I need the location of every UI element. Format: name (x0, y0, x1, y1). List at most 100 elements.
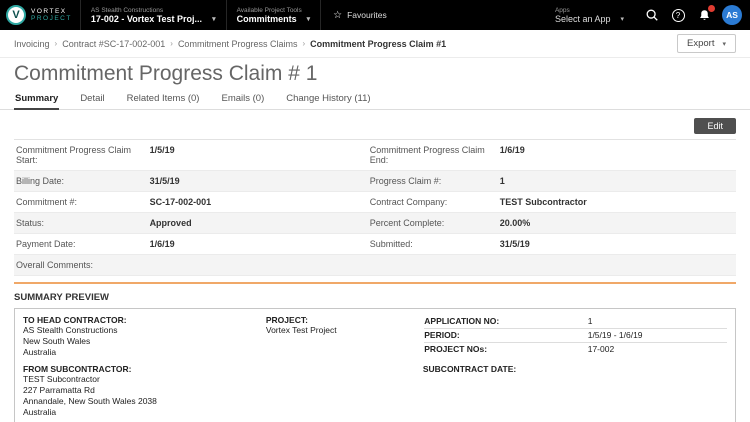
favourites-label: Favourites (347, 10, 387, 20)
export-button[interactable]: Export ▾ (677, 34, 736, 53)
top-navigation-bar: V VORTEX PROJECT AS Stealth Construction… (0, 0, 750, 30)
field-value (148, 255, 368, 275)
field-value: 1/5/19 (149, 145, 175, 155)
address-line: Australia (23, 347, 57, 358)
preview-header-grid: TO HEAD CONTRACTOR: AS Stealth Construct… (23, 315, 727, 358)
field-label: Status: (16, 218, 45, 228)
chevron-down-icon: ▾ (620, 15, 624, 23)
search-icon (646, 9, 658, 21)
application-no-label: APPLICATION NO: (424, 316, 500, 326)
breadcrumb-invoicing[interactable]: Invoicing (14, 39, 50, 49)
help-icon: ? (671, 8, 685, 22)
address-line: TEST Subcontractor (23, 374, 100, 385)
project-block: PROJECT: Vortex Test Project (266, 315, 424, 358)
details-table: Commitment Progress Claim Start: 1/5/19 … (14, 139, 736, 276)
star-icon: ☆ (333, 9, 343, 21)
preview-middle-grid: FROM SUBCONTRACTOR: TEST Subcontractor 2… (23, 364, 727, 418)
brand: V VORTEX PROJECT (6, 5, 80, 25)
search-button[interactable] (644, 7, 660, 23)
tab-related-items[interactable]: Related Items (0) (126, 90, 201, 109)
from-subcontractor-label: FROM SUBCONTRACTOR: (23, 364, 132, 375)
apps-selector-label: Apps (554, 6, 570, 14)
field-value: 1 (499, 176, 505, 186)
notifications-button[interactable] (696, 5, 715, 23)
address-line: New South Wales (23, 336, 91, 347)
application-block: APPLICATION NO: 1 PERIOD: 1/5/19 - 1/6/1… (424, 315, 727, 358)
apps-selector[interactable]: Apps Select an App ▾ (545, 0, 634, 30)
field-label: Overall Comments: (16, 260, 94, 270)
field-label: Commitment #: (16, 197, 78, 207)
chevron-right-icon: › (54, 39, 58, 48)
tab-bar: Summary Detail Related Items (0) Emails … (0, 90, 750, 110)
field-label: Commitment Progress Claim Start: (16, 145, 132, 165)
chevron-right-icon: › (170, 39, 173, 48)
field-label: Commitment Progress Claim End: (369, 145, 485, 165)
period-label: PERIOD: (424, 330, 460, 340)
subcontract-date-label: SUBCONTRACT DATE: (422, 364, 517, 375)
vortex-logo-icon: V (6, 5, 26, 25)
tab-detail[interactable]: Detail (79, 90, 105, 109)
project-label: PROJECT: (265, 315, 308, 325)
field-value: 31/5/19 (499, 239, 530, 249)
address-line: Australia (23, 407, 57, 418)
project-nos-label: PROJECT NOs: (424, 344, 488, 354)
field-label: Progress Claim #: (369, 176, 442, 186)
brand-line-1: VORTEX (31, 7, 67, 15)
table-row: Status: Approved Percent Complete: 20.00… (14, 213, 736, 234)
project-selector[interactable]: AS Stealth Constructions 17-002 - Vortex… (79, 0, 226, 30)
tab-emails[interactable]: Emails (0) (220, 90, 265, 109)
to-head-contractor-label: TO HEAD CONTRACTOR: (23, 315, 127, 325)
topbar-right-group: Apps Select an App ▾ ? AS (545, 0, 742, 30)
export-label: Export (687, 38, 715, 49)
chevron-down-icon: ▾ (212, 15, 216, 23)
field-value: 1/6/19 (149, 239, 175, 249)
field-label (368, 255, 498, 275)
status-value: Approved (149, 218, 192, 228)
field-label: Billing Date: (16, 176, 65, 186)
project-selector-label: AS Stealth Constructions (90, 6, 164, 14)
edit-row: Edit (0, 110, 750, 139)
chevron-down-icon: ▾ (722, 40, 726, 48)
chevron-down-icon: ▾ (306, 15, 311, 23)
help-button[interactable]: ? (670, 7, 686, 23)
breadcrumb-current: Commitment Progress Claim #1 (310, 38, 447, 49)
brand-line-2: PROJECT (31, 15, 72, 22)
tab-change-history[interactable]: Change History (11) (285, 90, 371, 109)
period-value: 1/5/19 - 1/6/19 (587, 330, 643, 340)
field-label: Contract Company: (369, 197, 448, 207)
table-row: Billing Date: 31/5/19 Progress Claim #: … (14, 171, 736, 192)
project-tools-value: Commitments (236, 13, 297, 24)
table-row: Overall Comments: (14, 255, 736, 276)
chevron-right-icon: › (302, 39, 306, 48)
subcontract-date-block: SUBCONTRACT DATE: (423, 364, 727, 418)
breadcrumb-contract[interactable]: Contract #SC-17-002-001 (62, 39, 165, 49)
field-value: SC-17-002-001 (149, 197, 212, 207)
address-line: 227 Parramatta Rd (23, 385, 95, 396)
table-row: Commitment Progress Claim Start: 1/5/19 … (14, 140, 736, 171)
address-line: AS Stealth Constructions (23, 325, 118, 335)
field-label: Payment Date: (16, 239, 76, 249)
breadcrumb-progress-claims[interactable]: Commitment Progress Claims (178, 39, 298, 49)
field-value: 20.00% (499, 218, 531, 228)
page-title: Commitment Progress Claim # 1 (14, 62, 318, 85)
avatar[interactable]: AS (722, 5, 742, 25)
project-selector-value: 17-002 - Vortex Test Proj... (90, 13, 203, 24)
to-head-contractor-block: TO HEAD CONTRACTOR: AS Stealth Construct… (23, 315, 266, 358)
field-value: 31/5/19 (149, 176, 180, 186)
edit-button[interactable]: Edit (694, 118, 736, 134)
from-subcontractor-block: FROM SUBCONTRACTOR: TEST Subcontractor 2… (23, 364, 423, 418)
brand-text: VORTEX PROJECT (31, 8, 72, 23)
notification-badge (708, 5, 715, 12)
field-label: Submitted: (369, 239, 413, 249)
project-tools-label: Available Project Tools (236, 6, 302, 14)
field-value: TEST Subcontractor (499, 197, 587, 207)
project-tools-selector[interactable]: Available Project Tools Commitments ▾ (225, 0, 321, 30)
field-value: 1/6/19 (499, 145, 525, 155)
field-value (498, 255, 736, 275)
project-value: Vortex Test Project (265, 325, 337, 335)
favourites-button[interactable]: ☆ Favourites (320, 0, 399, 30)
table-row: Payment Date: 1/6/19 Submitted: 31/5/19 (14, 234, 736, 255)
project-nos-value: 17-002 (587, 344, 615, 354)
tab-summary[interactable]: Summary (14, 90, 60, 110)
application-no-value: 1 (587, 316, 593, 326)
